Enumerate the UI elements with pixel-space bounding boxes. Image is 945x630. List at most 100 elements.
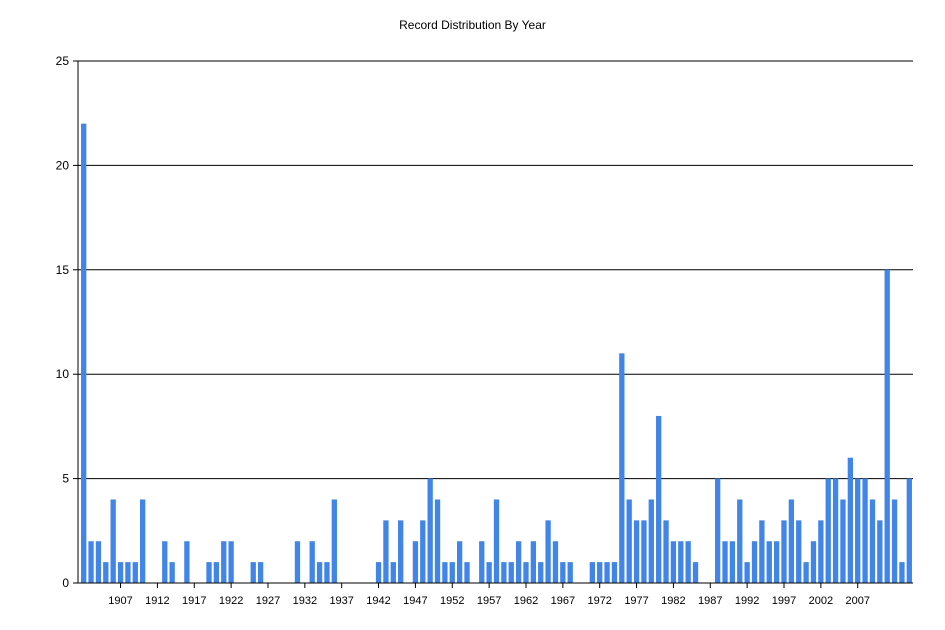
bar xyxy=(766,541,772,583)
bar xyxy=(309,541,315,583)
bar xyxy=(486,562,492,583)
bar xyxy=(619,353,625,583)
bar xyxy=(324,562,330,583)
x-tick-label: 2007 xyxy=(845,595,869,607)
bar xyxy=(869,499,876,583)
bar xyxy=(132,562,138,583)
bar xyxy=(125,562,131,583)
bar xyxy=(744,562,750,583)
x-tick-label: 1992 xyxy=(735,595,759,607)
bar xyxy=(508,562,514,583)
bar xyxy=(515,541,522,583)
bar xyxy=(781,520,787,583)
bar xyxy=(501,562,507,583)
bar xyxy=(906,478,912,583)
grid-lines xyxy=(78,60,913,480)
bar xyxy=(899,562,905,583)
bar xyxy=(641,520,647,583)
bar xyxy=(818,520,824,583)
bar xyxy=(250,562,256,583)
bar xyxy=(714,478,721,583)
y-tick-label: 10 xyxy=(56,367,70,381)
bar xyxy=(140,499,146,583)
bar xyxy=(597,562,603,583)
x-tick-label: 1962 xyxy=(514,595,538,607)
bar xyxy=(206,562,212,583)
bar xyxy=(257,562,264,583)
bar xyxy=(692,562,699,583)
bar xyxy=(331,499,337,583)
bar xyxy=(412,541,419,583)
bar xyxy=(493,499,500,583)
bar xyxy=(796,520,802,583)
bar xyxy=(81,123,87,583)
bar xyxy=(773,541,780,583)
bar xyxy=(538,562,544,583)
bar xyxy=(855,478,861,583)
bar xyxy=(788,499,795,583)
bar xyxy=(117,562,124,583)
bars xyxy=(81,123,912,583)
bar xyxy=(228,541,234,583)
x-tick-label: 2002 xyxy=(809,595,833,607)
bar xyxy=(589,562,595,583)
bar xyxy=(110,499,116,583)
bar xyxy=(545,520,551,583)
bar xyxy=(162,541,168,583)
x-tick-label: 1937 xyxy=(329,595,353,607)
bar xyxy=(169,562,175,583)
x-tick-label: 1927 xyxy=(256,595,280,607)
y-tick-label: 15 xyxy=(56,263,70,277)
x-tick-label: 1957 xyxy=(477,595,501,607)
bar xyxy=(611,562,618,583)
axes xyxy=(73,60,913,588)
bar xyxy=(560,562,566,583)
bar xyxy=(530,541,537,583)
x-tick-label: 1942 xyxy=(366,595,390,607)
x-tick-label: 1972 xyxy=(587,595,611,607)
bar xyxy=(670,541,677,583)
bar xyxy=(523,562,529,583)
x-tick-label: 1952 xyxy=(440,595,464,607)
bar xyxy=(648,499,654,583)
x-tick-label: 1987 xyxy=(698,595,722,607)
bar xyxy=(663,520,669,583)
bar xyxy=(656,415,662,583)
bar xyxy=(604,562,610,583)
bar xyxy=(877,520,883,583)
bar xyxy=(88,541,94,583)
bar xyxy=(825,478,831,583)
bar xyxy=(567,562,573,583)
bar xyxy=(390,562,396,583)
bar xyxy=(213,562,220,583)
bar xyxy=(103,562,109,583)
y-tick-label: 0 xyxy=(62,576,69,590)
bar xyxy=(810,541,817,583)
bar xyxy=(722,541,728,583)
bar xyxy=(891,499,898,583)
bar xyxy=(552,541,559,583)
x-tick-label: 1917 xyxy=(182,595,206,607)
bar xyxy=(427,478,433,583)
bar xyxy=(221,541,227,583)
bar xyxy=(759,520,765,583)
bar xyxy=(95,541,102,583)
x-tick-label: 1997 xyxy=(772,595,796,607)
bar xyxy=(840,499,846,583)
bar xyxy=(316,562,323,583)
x-tick-label: 1982 xyxy=(661,595,685,607)
y-tick-label: 5 xyxy=(62,472,69,486)
x-tick-label: 1932 xyxy=(293,595,317,607)
bar xyxy=(884,269,890,583)
bar xyxy=(184,541,190,583)
x-tick-label: 1922 xyxy=(219,595,243,607)
bar xyxy=(678,541,684,583)
x-tick-label: 1967 xyxy=(551,595,575,607)
bar xyxy=(383,520,389,583)
bar xyxy=(479,541,485,583)
bar xyxy=(847,457,853,583)
bar xyxy=(456,541,463,583)
bar xyxy=(434,499,441,583)
bar xyxy=(398,520,404,583)
x-tick-label: 1977 xyxy=(624,595,648,607)
